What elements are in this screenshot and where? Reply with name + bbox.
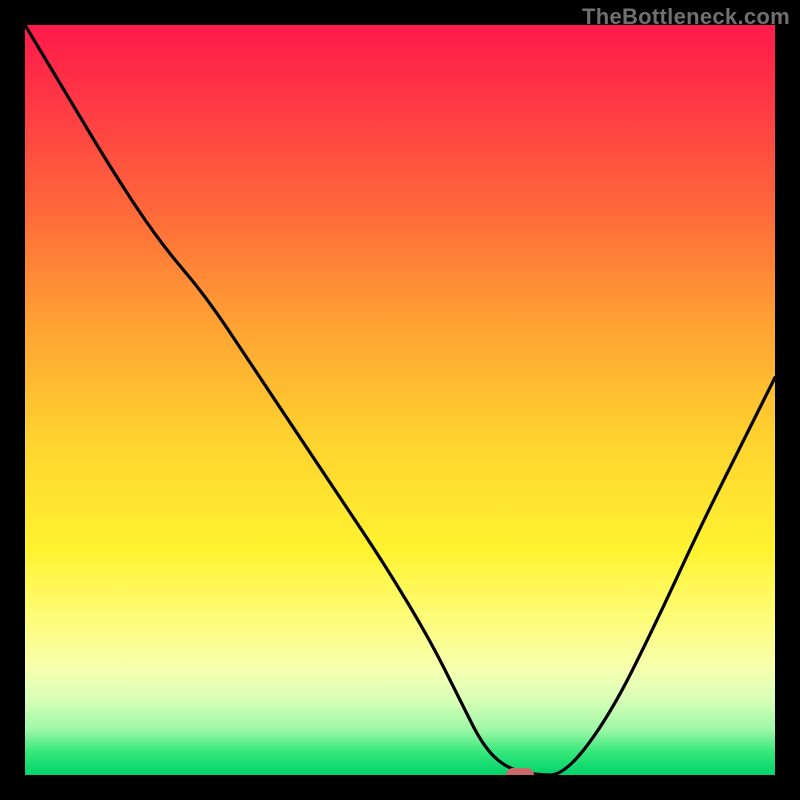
optimal-point-marker [506,768,534,775]
chart-frame: TheBottleneck.com [0,0,800,800]
plot-area [25,25,775,775]
watermark-text: TheBottleneck.com [582,4,790,30]
bottleneck-curve [25,25,775,775]
